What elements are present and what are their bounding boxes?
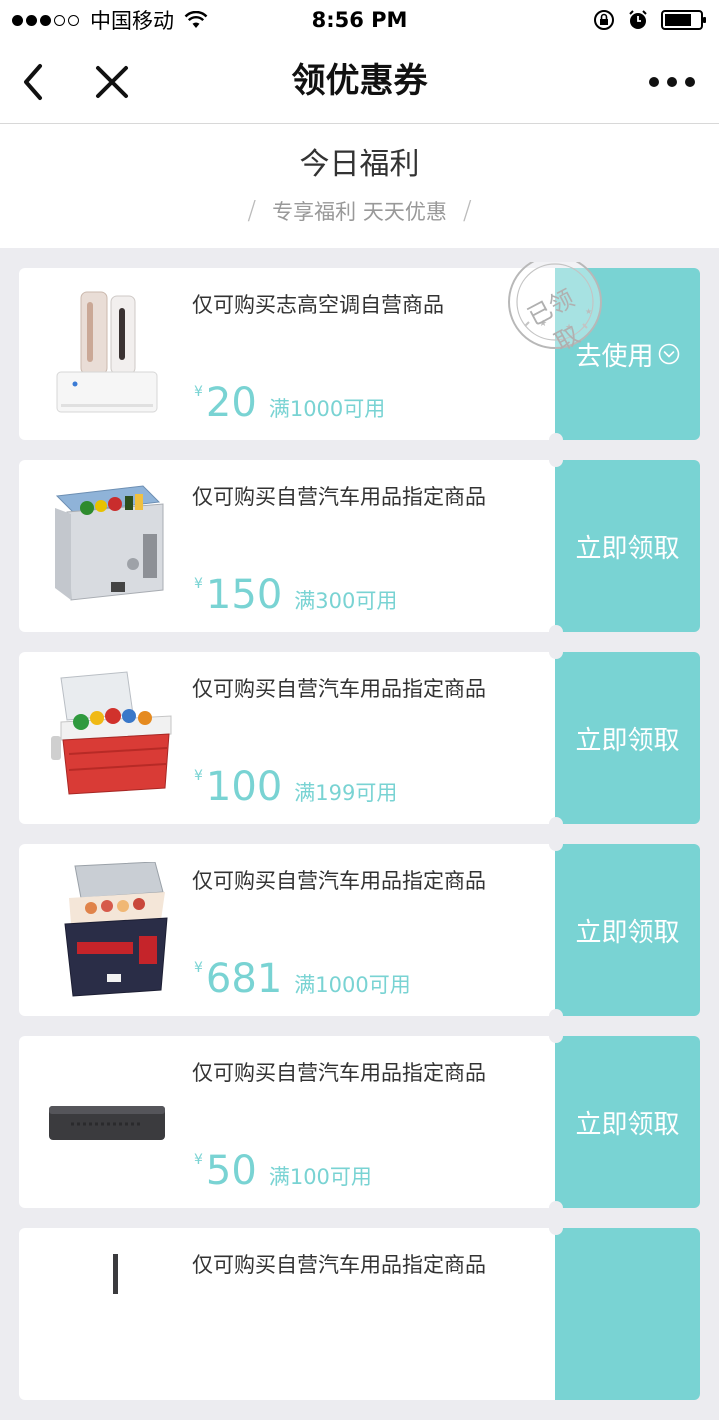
section-subtitle: 专享福利 天天优惠 — [272, 200, 447, 224]
coupon-card: 仅可购买自营汽车用品指定商品 ¥ 100 满199可用 立即领取 — [19, 645, 700, 831]
chevron-down-circle-icon — [658, 343, 679, 365]
coupon-condition: 满1000可用 — [268, 397, 386, 421]
navigation-bar: 领优惠券 — [0, 40, 719, 124]
coupon-amount: 681 — [205, 956, 283, 1002]
coupon-description: 仅可购买志高空调自营商品 — [192, 293, 444, 317]
coupon-card: 仅可购买自营汽车用品指定商品 ¥ 150 满300可用 立即领取 — [19, 453, 700, 639]
claim-coupon-button[interactable]: 立即领取 — [555, 652, 700, 824]
coupon-info[interactable]: 仅可购买自营汽车用品指定商品 — [19, 1228, 555, 1400]
button-label: 去使用 — [575, 341, 654, 372]
coupon-price: ¥ 150 满300可用 — [194, 572, 397, 618]
coupon-notch — [549, 817, 563, 831]
coupon-card: 仅可购买自营汽车用品指定商品 — [19, 1221, 700, 1400]
coupon-description: 仅可购买自营汽车用品指定商品 — [192, 1061, 486, 1085]
slash-decoration-left: / — [247, 196, 257, 226]
section-title: 今日福利 — [299, 147, 420, 182]
coupon-card: 仅可购买自营汽车用品指定商品 ¥ 50 满100可用 立即领取 — [19, 1029, 700, 1215]
more-dot-icon — [685, 77, 695, 87]
coupon-info[interactable]: 仅可购买自营汽车用品指定商品 ¥ 50 满100可用 — [19, 1036, 555, 1208]
currency-symbol: ¥ — [194, 1152, 203, 1168]
status-right — [581, 8, 707, 32]
coupon-notch — [549, 625, 563, 639]
coupon-notch — [549, 1221, 563, 1235]
claim-coupon-button[interactable] — [555, 1228, 700, 1400]
coupon-info[interactable]: 仅可购买志高空调自营商品 ¥ 20 满1000可用 — [19, 268, 555, 440]
coupon-notch — [549, 1009, 563, 1023]
coupon-notch — [549, 1029, 563, 1043]
slash-decoration-right: / — [462, 196, 472, 226]
car-accessory-product-image — [49, 1106, 165, 1140]
coupon-info[interactable]: 仅可购买自营汽车用品指定商品 ¥ 681 满1000可用 — [19, 844, 555, 1016]
coupon-card: 仅可购买自营汽车用品指定商品 ¥ 681 满1000可用 立即领取 — [19, 837, 700, 1023]
section-subtitle-row: / 专享福利 天天优惠 / — [0, 196, 719, 227]
button-label: 立即领取 — [575, 1109, 680, 1140]
more-options-button[interactable] — [649, 70, 695, 94]
coupon-amount: 100 — [205, 764, 283, 810]
car-fridge-product-image — [55, 485, 164, 601]
button-label: 立即领取 — [575, 725, 680, 756]
currency-symbol: ¥ — [194, 576, 203, 592]
alarm-icon — [627, 9, 649, 31]
coupon-notch — [549, 645, 563, 659]
use-coupon-button[interactable]: 去使用 — [555, 268, 700, 440]
coupon-condition: 满300可用 — [294, 589, 398, 613]
coupon-price: ¥ 681 满1000可用 — [194, 956, 411, 1002]
coupon-info[interactable]: 仅可购买自营汽车用品指定商品 ¥ 150 满300可用 — [19, 460, 555, 632]
car-fridge-product-image — [64, 862, 168, 997]
coupon-price: ¥ 20 满1000可用 — [194, 380, 385, 426]
coupon-notch — [549, 433, 563, 447]
coupon-condition: 满100可用 — [268, 1165, 372, 1189]
coupon-description: 仅可购买自营汽车用品指定商品 — [192, 485, 486, 509]
button-label: 立即领取 — [575, 917, 680, 948]
button-label-wrap: 去使用 — [575, 336, 679, 373]
currency-symbol: ¥ — [194, 768, 203, 784]
more-dot-icon — [649, 77, 659, 87]
coupon-description: 仅可购买自营汽车用品指定商品 — [192, 869, 486, 893]
section-header: 今日福利 / 专享福利 天天优惠 / — [0, 124, 719, 248]
page-title: 领优惠券 — [291, 61, 428, 101]
currency-symbol: ¥ — [194, 384, 203, 400]
coupon-info[interactable]: 仅可购买自营汽车用品指定商品 ¥ 100 满199可用 — [19, 652, 555, 824]
product-image — [113, 1254, 118, 1294]
coupon-list: 仅可购买志高空调自营商品 ¥ 20 满1000可用 去使用 ★ ★ ★ 已领取 … — [19, 255, 700, 1420]
coupon-notch — [549, 1201, 563, 1215]
coupon-price: ¥ 50 满100可用 — [194, 1148, 372, 1194]
coupon-card: 仅可购买志高空调自营商品 ¥ 20 满1000可用 去使用 ★ ★ ★ 已领取 — [19, 255, 700, 447]
claim-coupon-button[interactable]: 立即领取 — [555, 1036, 700, 1208]
coupon-notch — [549, 453, 563, 467]
battery-icon — [661, 9, 707, 31]
coupon-amount: 150 — [205, 572, 283, 618]
coupon-price: ¥ 100 满199可用 — [194, 764, 397, 810]
button-label: 立即领取 — [575, 533, 680, 564]
currency-symbol: ¥ — [194, 960, 203, 976]
coupon-description: 仅可购买自营汽车用品指定商品 — [192, 677, 486, 701]
coupon-amount: 50 — [205, 1148, 257, 1194]
coupon-amount: 20 — [205, 380, 257, 426]
coupon-condition: 满1000可用 — [294, 973, 411, 997]
air-conditioner-product-image — [56, 291, 158, 413]
claim-coupon-button[interactable]: 立即领取 — [555, 844, 700, 1016]
coupon-description: 仅可购买自营汽车用品指定商品 — [192, 1253, 486, 1277]
status-bar: 中国移动 8:56 PM — [0, 0, 719, 40]
coupon-notch — [549, 837, 563, 851]
coupon-condition: 满199可用 — [294, 781, 398, 805]
claim-coupon-button[interactable]: 立即领取 — [555, 460, 700, 632]
more-dot-icon — [667, 77, 677, 87]
red-cooler-product-image — [51, 671, 172, 795]
rotation-lock-icon — [593, 9, 615, 31]
